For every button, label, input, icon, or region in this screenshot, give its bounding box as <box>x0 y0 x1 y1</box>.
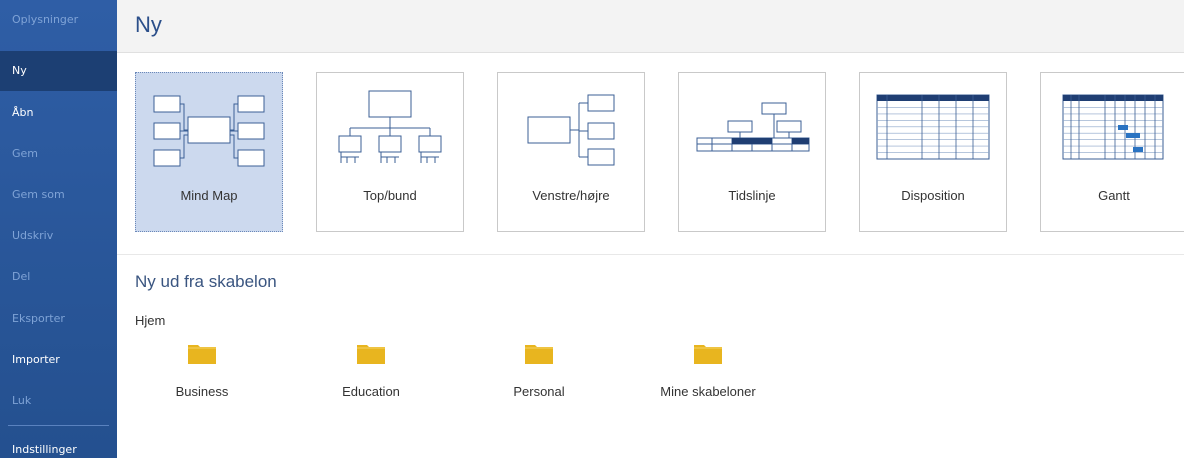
sidebar-item-export[interactable]: Eksporter <box>0 299 117 339</box>
sidebar-item-share[interactable]: Del <box>0 257 117 297</box>
folder-personal[interactable]: Personal <box>469 340 609 410</box>
templates-title: Ny ud fra skabelon <box>135 272 277 291</box>
tile-outline[interactable]: Disposition <box>859 72 1007 232</box>
tile-gantt[interactable]: Gantt <box>1040 72 1184 232</box>
sidebar-item-open[interactable]: Åbn <box>0 93 117 133</box>
folder-business[interactable]: Business <box>132 340 272 410</box>
tile-top-bottom[interactable]: Top/bund <box>316 72 464 232</box>
folder-icon <box>357 345 385 364</box>
tile-mind-map[interactable]: Mind Map <box>135 72 283 232</box>
tile-left-right[interactable]: Venstre/højre <box>497 72 645 232</box>
sidebar-item-save[interactable]: Gem <box>0 134 117 174</box>
sidebar-item-save-as[interactable]: Gem som <box>0 175 117 215</box>
tile-label: Mind Map <box>180 188 238 203</box>
folder-icon <box>188 345 216 364</box>
section-divider <box>117 254 1184 255</box>
tile-label: Disposition <box>901 188 965 203</box>
tile-label: Top/bund <box>363 188 417 203</box>
sidebar-item-print[interactable]: Udskriv <box>0 216 117 256</box>
outline-table-icon <box>876 94 990 160</box>
top-bottom-icon <box>338 90 442 163</box>
gantt-bar <box>1126 133 1140 138</box>
folder-education[interactable]: Education <box>301 340 441 410</box>
tile-timeline[interactable]: Tidslinje <box>678 72 826 232</box>
sidebar-divider <box>8 425 109 426</box>
folder-label: Education <box>342 384 400 399</box>
timeline-icon <box>696 102 810 152</box>
folder-label: Mine skabeloner <box>660 384 756 399</box>
grid-header <box>877 95 989 101</box>
app-window: Oplysninger Ny Åbn Gem Gem som Udskriv D… <box>0 0 1184 458</box>
sidebar: Oplysninger Ny Åbn Gem Gem som Udskriv D… <box>0 0 117 458</box>
gantt-icon <box>1062 94 1164 160</box>
gantt-bar <box>1118 125 1128 130</box>
templates-group-label: Hjem <box>135 313 166 328</box>
sidebar-item-ny[interactable]: Ny <box>0 51 117 91</box>
sidebar-item-settings[interactable]: Indstillinger <box>0 430 117 458</box>
folder-icon <box>525 345 553 364</box>
tile-label: Gantt <box>1098 188 1130 203</box>
folder-label: Personal <box>513 384 565 399</box>
tile-label: Venstre/højre <box>532 188 610 203</box>
page-title: Ny <box>135 12 162 37</box>
left-right-icon <box>527 94 615 166</box>
grid-header <box>1063 95 1163 101</box>
tile-label: Tidslinje <box>728 188 776 203</box>
folder-label: Business <box>175 384 229 399</box>
page-header: Ny <box>117 0 1184 53</box>
sidebar-item-oplysninger[interactable]: Oplysninger <box>0 0 117 40</box>
sidebar-item-import[interactable]: Importer <box>0 340 117 380</box>
folder-icon <box>694 345 722 364</box>
folder-my-templates[interactable]: Mine skabeloner <box>638 340 778 410</box>
sidebar-item-close[interactable]: Luk <box>0 381 117 421</box>
mind-map-icon <box>153 95 265 167</box>
gantt-bar <box>1133 147 1143 152</box>
